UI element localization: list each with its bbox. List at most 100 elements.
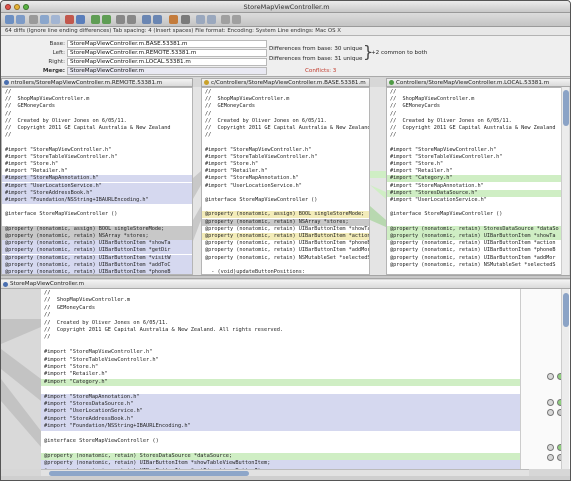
save-icon[interactable] xyxy=(16,15,25,24)
merge-vertical-scrollbar[interactable] xyxy=(561,289,569,469)
code-line: // Copyright 2011 GE Capital Australia &… xyxy=(205,125,369,131)
choose-left-button[interactable] xyxy=(547,454,554,461)
right-diff-count: Differences from base: 31 unique xyxy=(269,56,363,62)
merge-horizontal-scrollbar[interactable] xyxy=(41,469,529,476)
toolbar xyxy=(1,13,570,27)
code-line: // xyxy=(390,132,397,139)
copy-icon[interactable] xyxy=(40,15,49,24)
choose-left-button[interactable] xyxy=(547,399,554,406)
undo-icon[interactable] xyxy=(65,15,74,24)
base-path-field[interactable]: StoreMapViewController.m.BASE.53381.m xyxy=(67,40,267,48)
code-line: @interface StoreMapViewController () xyxy=(44,438,159,444)
left-pane-header[interactable]: ntrollers/StoreMapViewController.m.REMOT… xyxy=(1,78,193,87)
merge-pane[interactable]: //// ShopMapViewController.m// GEMoneyCa… xyxy=(1,289,570,469)
connector-band xyxy=(193,206,201,241)
choose-left-button[interactable] xyxy=(547,373,554,380)
merge-right-icon[interactable] xyxy=(153,15,162,24)
pane-splitter[interactable] xyxy=(1,275,570,279)
right-pane[interactable]: //// ShopMapViewController.m// GEMoneyCa… xyxy=(386,87,562,275)
merge-path-field[interactable]: StoreMapViewController.m xyxy=(67,67,267,75)
right-pane-header[interactable]: Controllers/StoreMapViewController.m.LOC… xyxy=(386,78,570,87)
code-line: @property (nonatomic, retain) UIBarButto… xyxy=(205,240,369,247)
paste-icon[interactable] xyxy=(51,15,60,24)
file-panel: Base: StoreMapViewController.m.BASE.5338… xyxy=(1,36,570,77)
code-line: @property (nonatomic, retain) NSMutableS… xyxy=(205,254,369,261)
cut-icon[interactable] xyxy=(29,15,38,24)
right-path-field[interactable]: StoreMapViewController.m.LOCAL.53381.m xyxy=(67,58,267,66)
code-line: #import "Category.h" xyxy=(387,175,561,183)
merge-left-icon[interactable] xyxy=(142,15,151,24)
redo-icon[interactable] xyxy=(76,15,85,24)
merge-label: Merge: xyxy=(42,68,65,74)
base-pane-header[interactable]: c/Controllers/StoreMapViewController.m.B… xyxy=(201,78,370,87)
left-pane[interactable]: //// ShopMapViewController.m// GEMoneyCa… xyxy=(1,87,193,275)
code-line: // ShopMapViewController.m xyxy=(390,96,475,103)
window-title: StoreMapViewController.m xyxy=(243,3,330,11)
previous-conflict-icon[interactable] xyxy=(116,15,125,24)
choose-left-button[interactable] xyxy=(547,444,554,451)
base-pane-title: c/Controllers/StoreMapViewController.m.B… xyxy=(211,80,366,86)
next-diff-icon[interactable] xyxy=(102,15,111,24)
merge-gutter xyxy=(1,289,41,469)
code-line: // Created by Oliver Jones on 6/05/11. xyxy=(390,117,512,124)
previous-diff-icon[interactable] xyxy=(91,15,100,24)
gutter-band xyxy=(1,319,41,344)
code-line: @property (nonatomic, retain) NSMutableS… xyxy=(390,261,556,268)
left-connector-shapes xyxy=(193,171,201,241)
code-line: @property (nonatomic, retain) StoresData… xyxy=(41,452,520,461)
code-line: // Created by Oliver Jones on 6/05/11. xyxy=(5,117,127,124)
code-line: @property (nonatomic, retain) StoresData… xyxy=(387,225,561,233)
top-scroll-thumb[interactable] xyxy=(563,90,569,126)
code-line: @property (nonatomic, retain) UIBarButto… xyxy=(2,254,192,262)
code-line: // Created by Oliver Jones on 6/05/11. xyxy=(44,319,169,326)
merge-gutter-shapes xyxy=(1,319,41,447)
choose-left-button[interactable] xyxy=(547,409,554,416)
code-line: #import "StoreMapViewController.h" xyxy=(390,146,497,153)
code-line: // Copyright 2011 GE Capital Australia &… xyxy=(44,327,284,333)
code-line: // GEMoneyCards xyxy=(205,103,255,110)
left-file-icon xyxy=(4,80,9,85)
code-line: @property (nonatomic, retain) UIBarButto… xyxy=(390,240,556,247)
code-line: #import "Store.h" xyxy=(5,161,59,167)
code-line: #import "StoreMapAnnotation.h" xyxy=(41,393,520,402)
code-line: #import "Store.h" xyxy=(205,161,259,167)
code-line: // xyxy=(205,110,212,117)
code-line: // xyxy=(44,312,51,319)
code-line: // Copyright 2011 GE Capital Australia &… xyxy=(5,125,171,131)
code-line: #import "UserLocationService.h" xyxy=(205,182,302,189)
code-line: // GEMoneyCards xyxy=(44,304,96,311)
code-line: #import "StoreMapViewController.h" xyxy=(5,146,112,153)
merge-scroll-thumb[interactable] xyxy=(563,293,569,327)
code-line: #import "StoreTableViewController.h" xyxy=(44,356,159,363)
top-vertical-scrollbar[interactable] xyxy=(561,87,569,275)
options-icon[interactable] xyxy=(169,15,178,24)
code-line: #import "Category.h" xyxy=(41,378,520,387)
next-conflict-icon[interactable] xyxy=(127,15,136,24)
list-icon[interactable] xyxy=(221,15,230,24)
right-label: Right: xyxy=(48,59,65,65)
code-line: @property (nonatomic, retain) UIBarButto… xyxy=(202,233,369,240)
columns-icon[interactable] xyxy=(207,15,216,24)
code-line: @property (nonatomic, retain) UIBarButto… xyxy=(205,225,369,232)
code-line: @property (nonatomic, retain) UIBarButto… xyxy=(205,247,369,254)
title-bar: StoreMapViewController.m xyxy=(1,1,570,13)
code-line: #import "Foundation/NSString+IBAURLEncod… xyxy=(41,423,520,431)
window-icon[interactable] xyxy=(232,15,241,24)
layout-icon[interactable] xyxy=(196,15,205,24)
merge-pane-header[interactable]: StoreMapViewController.m xyxy=(1,280,570,289)
search-icon[interactable] xyxy=(181,15,190,24)
base-pane[interactable]: //// ShopMapViewController.m// GEMoneyCa… xyxy=(201,87,370,275)
open-icon[interactable] xyxy=(5,15,14,24)
code-line: // xyxy=(390,89,397,95)
code-line: #import "Store.h" xyxy=(390,161,444,167)
left-path-field[interactable]: StoreMapViewController.m.REMOTE.53381.m xyxy=(67,49,267,57)
code-line: #import "Retailer.h" xyxy=(44,371,108,378)
code-line: @property (nonatomic, retain) NSArray *s… xyxy=(202,218,369,226)
